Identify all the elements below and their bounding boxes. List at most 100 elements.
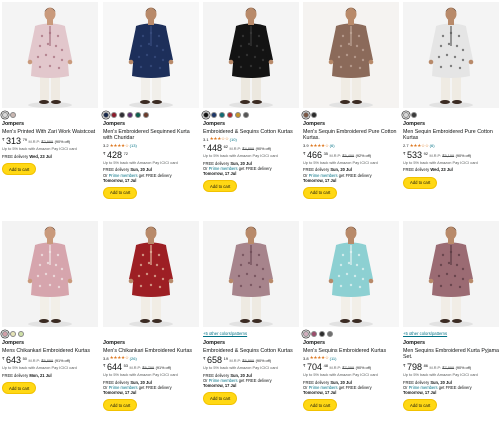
product-image-frame[interactable]: [303, 221, 399, 327]
color-swatch[interactable]: [235, 112, 241, 118]
color-swatch[interactable]: [227, 112, 233, 118]
add-to-cart-button[interactable]: Add to cart: [303, 186, 338, 199]
add-to-cart-button[interactable]: Add to cart: [203, 392, 238, 405]
rating-count[interactable]: (13): [130, 143, 137, 148]
product-title[interactable]: Men's Printed With Zari Work Waistcoat: [2, 129, 98, 136]
prime-members-link[interactable]: Prime members: [109, 173, 138, 178]
product-image-frame[interactable]: [403, 2, 499, 108]
rating[interactable]: 2.7 ★★★☆☆ (6): [403, 143, 499, 149]
color-swatch[interactable]: [127, 112, 133, 118]
product-title[interactable]: Men's Sequins Embroidered Kurtas: [303, 348, 399, 355]
color-swatch[interactable]: [2, 331, 8, 337]
product-image-frame[interactable]: [2, 221, 98, 327]
price-row: ₹ 448 62 M.R.P: ₹4,899 (90% off): [203, 143, 299, 153]
product-image[interactable]: [2, 221, 98, 327]
color-swatch[interactable]: [219, 112, 225, 118]
product-image[interactable]: [203, 2, 299, 108]
product-title[interactable]: Embroidered & Sequins Cotton Kurtas: [203, 348, 299, 355]
add-to-cart-button[interactable]: Add to cart: [403, 176, 438, 189]
product-card[interactable]: Jompers Men's Chikankari Embroidered Kurt…: [103, 221, 199, 412]
product-image-frame[interactable]: [103, 221, 199, 327]
color-swatch[interactable]: [243, 112, 249, 118]
product-title[interactable]: Embroidered & Sequins Cotton Kurtas: [203, 129, 299, 136]
color-swatch[interactable]: [327, 331, 333, 337]
add-to-cart-button[interactable]: Add to cart: [2, 382, 37, 395]
color-swatch[interactable]: [18, 331, 24, 337]
bank-offer: Up to 5% back with Amazon Pay ICICI card: [203, 153, 278, 158]
product-image[interactable]: [403, 2, 499, 108]
color-swatch[interactable]: [411, 112, 417, 118]
product-card[interactable]: Jompers Men's Printed With Zari Work Wais…: [2, 2, 98, 176]
color-swatch[interactable]: [10, 331, 16, 337]
bank-offer: Up to 5% back with Amazon Pay ICICI card: [303, 372, 378, 377]
color-swatches: [103, 330, 199, 338]
add-to-cart-button[interactable]: Add to cart: [103, 186, 138, 199]
color-swatch[interactable]: [203, 112, 209, 118]
rating[interactable]: 3.8 ★★★★☆ (11): [303, 355, 399, 361]
color-swatch[interactable]: [311, 331, 317, 337]
product-image[interactable]: [103, 221, 199, 327]
product-card[interactable]: +5 other colors/patterns Jompers Men Sequi…: [403, 221, 499, 412]
add-to-cart-button[interactable]: Add to cart: [2, 163, 37, 176]
product-image-frame[interactable]: [203, 2, 299, 108]
product-card[interactable]: Jompers Mens Chikankari Embroidered Kurta…: [2, 221, 98, 395]
rating[interactable]: 3.1 ★★★☆☆ (10): [203, 136, 299, 142]
product-card[interactable]: Jompers Men's Sequins Embroidered Kurtas …: [303, 221, 399, 412]
product-image-frame[interactable]: [103, 2, 199, 108]
rating[interactable]: 3.8 ★★★★☆ (26): [103, 355, 199, 361]
product-image[interactable]: [303, 2, 399, 108]
product-card[interactable]: Jompers Embroidered & Sequins Cotton Kurt…: [203, 2, 299, 193]
product-title[interactable]: Mens Chikankari Embroidered Kurtas: [2, 348, 98, 355]
add-to-cart-button[interactable]: Add to cart: [403, 399, 438, 412]
product-image-frame[interactable]: [303, 2, 399, 108]
color-swatch[interactable]: [103, 112, 109, 118]
color-swatch[interactable]: [119, 112, 125, 118]
color-swatch[interactable]: [10, 112, 16, 118]
rating-count[interactable]: (10): [230, 137, 237, 142]
more-colors-link[interactable]: +5 other colors/patterns: [203, 330, 299, 338]
add-to-cart-button[interactable]: Add to cart: [203, 180, 238, 193]
color-swatch[interactable]: [211, 112, 217, 118]
color-swatch[interactable]: [143, 112, 149, 118]
add-to-cart-button[interactable]: Add to cart: [303, 399, 338, 412]
color-swatch[interactable]: [311, 112, 317, 118]
product-title[interactable]: Men's Chikankari Embroidered Kurtas: [103, 348, 199, 355]
color-swatch[interactable]: [319, 331, 325, 337]
product-card[interactable]: +5 other colors/patterns Jompers Embroider…: [203, 221, 299, 405]
mrp-value: ₹4,899: [242, 146, 255, 151]
product-image[interactable]: [403, 221, 499, 327]
color-swatches: [203, 111, 299, 119]
color-swatch[interactable]: [2, 112, 8, 118]
product-image-frame[interactable]: [2, 2, 98, 108]
rating[interactable]: 3.2 ★★★★☆ (13): [103, 143, 199, 149]
product-title[interactable]: Men Sequin Embroidered Pure Cotton Kurta…: [403, 129, 499, 142]
color-swatch[interactable]: [135, 112, 141, 118]
prime-members-link[interactable]: Prime members: [309, 173, 338, 178]
rating-count[interactable]: (6): [330, 143, 335, 148]
color-swatch[interactable]: [303, 112, 309, 118]
rating-count[interactable]: (11): [330, 356, 337, 361]
color-swatch[interactable]: [403, 112, 409, 118]
product-title[interactable]: Men Sequins Embroidered Kurta Pyjama Set…: [403, 348, 499, 361]
product-title[interactable]: Men's Sequin Embroidered Pure Cotton Kur…: [303, 129, 399, 142]
rating-count[interactable]: (6): [430, 143, 435, 148]
product-image[interactable]: [303, 221, 399, 327]
rating-count[interactable]: (26): [130, 356, 137, 361]
color-swatch[interactable]: [111, 112, 117, 118]
product-image-frame[interactable]: [403, 221, 499, 327]
product-image[interactable]: [103, 2, 199, 108]
product-image[interactable]: [2, 2, 98, 108]
price-fraction: 53: [123, 362, 129, 368]
more-colors-link[interactable]: +5 other colors/patterns: [403, 330, 499, 338]
delivery-date: Wed, 23 Jul: [29, 154, 52, 160]
price-fraction: 48: [323, 362, 329, 368]
product-title[interactable]: Men's Embroidered Sequinned Kurta with C…: [103, 129, 199, 142]
color-swatch[interactable]: [303, 331, 309, 337]
product-image-frame[interactable]: [203, 221, 299, 327]
product-image[interactable]: [203, 221, 299, 327]
product-card[interactable]: Jompers Men Sequin Embroidered Pure Cotto…: [403, 2, 499, 189]
rating[interactable]: 3.9 ★★★★☆ (6): [303, 143, 399, 149]
add-to-cart-button[interactable]: Add to cart: [103, 399, 138, 412]
product-card[interactable]: Jompers Men's Embroidered Sequinned Kurta…: [103, 2, 199, 199]
product-card[interactable]: Jompers Men's Sequin Embroidered Pure Cot…: [303, 2, 399, 199]
